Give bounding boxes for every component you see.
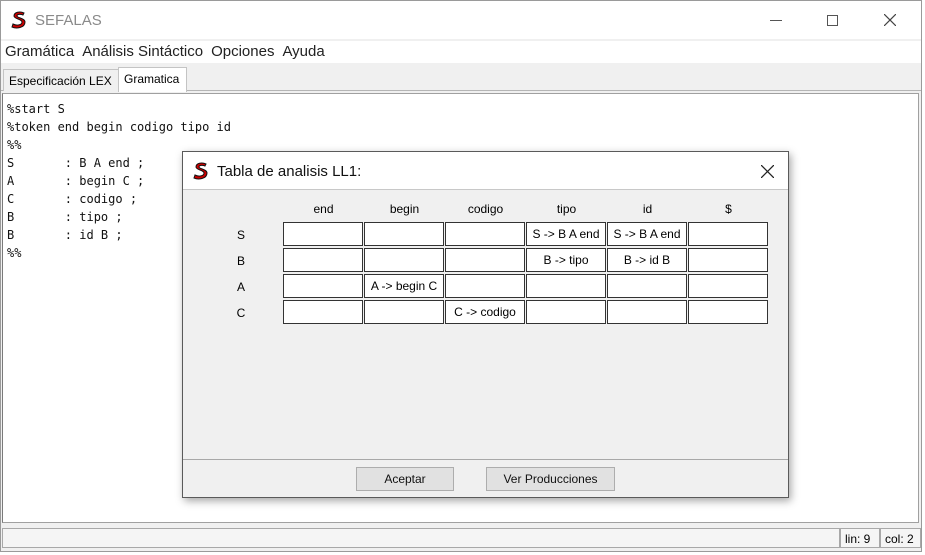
ll1-table-dialog: Tabla de analisis LL1: end begin codigo tip… [182, 151, 789, 498]
app-logo-icon [11, 11, 26, 29]
tab-especificacion-lex[interactable]: Especificación LEX [3, 69, 119, 91]
status-bar: lin: 9 col: 2 [1, 527, 921, 549]
aceptar-button[interactable]: Aceptar [356, 467, 454, 491]
ver-producciones-button[interactable]: Ver Producciones [486, 467, 615, 491]
table-cell[interactable] [688, 248, 768, 272]
menu-analisis-sintactico[interactable]: Análisis Sintáctico [78, 41, 207, 63]
table-cell[interactable] [688, 300, 768, 324]
dialog-body: end begin codigo tipo id $ S S -> B A end S -> B… [183, 189, 788, 460]
dialog-footer: Aceptar Ver Producciones [183, 461, 788, 497]
editor-line: %start S [7, 102, 65, 116]
menu-bar: Gramática Análisis Sintáctico Opciones A… [1, 41, 921, 63]
window-title: SEFALAS [35, 12, 102, 29]
table-cell[interactable] [364, 300, 444, 324]
column-header: begin [389, 202, 420, 216]
table-cell[interactable] [283, 248, 363, 272]
dialog-close-button[interactable] [753, 158, 781, 184]
app-logo-icon [193, 162, 208, 180]
table-cell[interactable] [283, 222, 363, 246]
row-header: S [236, 228, 245, 242]
row-header: A [236, 280, 245, 294]
table-cell[interactable]: S -> B A end [526, 222, 606, 246]
editor-line: %token end begin codigo tipo id [7, 120, 231, 134]
table-cell[interactable] [364, 248, 444, 272]
table-cell[interactable] [526, 300, 606, 324]
menu-gramatica[interactable]: Gramática [1, 41, 78, 63]
close-icon [760, 164, 774, 178]
table-cell[interactable] [445, 274, 525, 298]
table-cell[interactable]: C -> codigo [445, 300, 525, 324]
table-cell[interactable] [445, 222, 525, 246]
dialog-title: Tabla de analisis LL1: [217, 163, 362, 180]
row-header: C [236, 306, 246, 320]
maximize-icon [826, 14, 838, 26]
title-bar: SEFALAS [1, 1, 921, 39]
column-header: id [642, 202, 653, 216]
table-cell[interactable] [283, 274, 363, 298]
column-header: $ [725, 202, 732, 216]
status-column: col: 2 [880, 528, 921, 548]
table-cell[interactable] [607, 300, 687, 324]
dialog-title-bar: Tabla de analisis LL1: [183, 152, 788, 189]
table-cell[interactable] [688, 274, 768, 298]
minimize-button[interactable] [753, 1, 799, 39]
table-cell[interactable]: S -> B A end [607, 222, 687, 246]
table-cell[interactable] [445, 248, 525, 272]
status-line: lin: 9 [840, 528, 880, 548]
table-cell[interactable] [607, 274, 687, 298]
status-message [2, 528, 840, 548]
close-button[interactable] [867, 1, 913, 39]
tab-strip: Especificación LEX Gramatica [1, 65, 921, 92]
row-header: B [236, 254, 245, 268]
table-cell[interactable]: B -> tipo [526, 248, 606, 272]
column-header: codigo [467, 202, 504, 216]
tab-gramatica[interactable]: Gramatica [118, 67, 187, 92]
table-cell[interactable] [364, 222, 444, 246]
table-cell[interactable] [688, 222, 768, 246]
menu-ayuda[interactable]: Ayuda [278, 41, 328, 63]
menu-opciones[interactable]: Opciones [207, 41, 278, 63]
column-header: end [313, 202, 334, 216]
column-header: tipo [556, 202, 577, 216]
minimize-icon [770, 19, 782, 21]
table-cell[interactable]: B -> id B [607, 248, 687, 272]
table-cell[interactable] [283, 300, 363, 324]
table-cell[interactable]: A -> begin C [364, 274, 444, 298]
maximize-button[interactable] [809, 1, 855, 39]
table-cell[interactable] [526, 274, 606, 298]
close-icon [884, 14, 896, 26]
